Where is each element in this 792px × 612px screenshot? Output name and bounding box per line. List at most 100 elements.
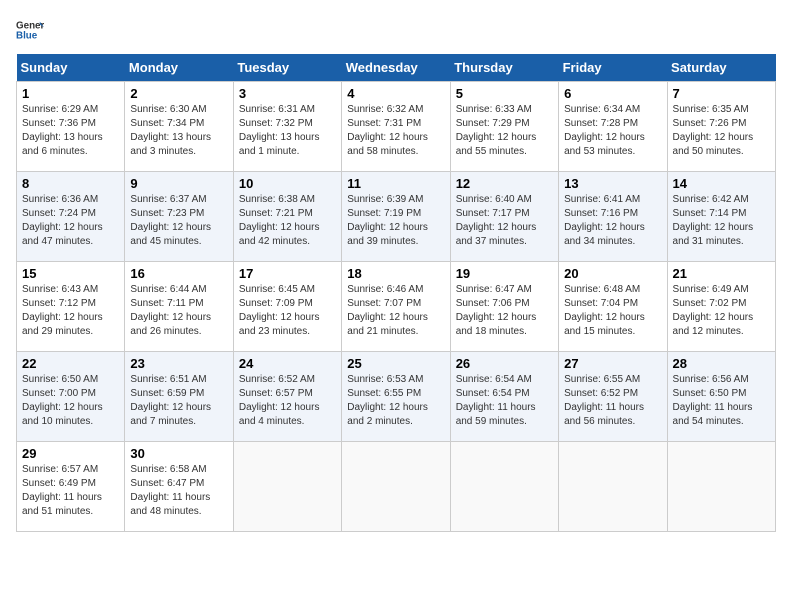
day-detail: Sunrise: 6:30 AM Sunset: 7:34 PM Dayligh… <box>130 103 227 159</box>
day-number: 11 <box>347 176 444 191</box>
day-detail: Sunrise: 6:40 AM Sunset: 7:17 PM Dayligh… <box>456 193 553 249</box>
calendar-cell: 3 Sunrise: 6:31 AM Sunset: 7:32 PM Dayli… <box>233 82 341 172</box>
day-number: 18 <box>347 266 444 281</box>
svg-text:Blue: Blue <box>16 30 38 41</box>
calendar-week-4: 29 Sunrise: 6:57 AM Sunset: 6:49 PM Dayl… <box>17 442 776 532</box>
day-detail: Sunrise: 6:50 AM Sunset: 7:00 PM Dayligh… <box>22 373 119 429</box>
day-number: 9 <box>130 176 227 191</box>
day-number: 4 <box>347 86 444 101</box>
day-detail: Sunrise: 6:29 AM Sunset: 7:36 PM Dayligh… <box>22 103 119 159</box>
day-number: 19 <box>456 266 553 281</box>
day-detail: Sunrise: 6:46 AM Sunset: 7:07 PM Dayligh… <box>347 283 444 339</box>
calendar-cell: 29 Sunrise: 6:57 AM Sunset: 6:49 PM Dayl… <box>17 442 125 532</box>
col-header-tuesday: Tuesday <box>233 54 341 82</box>
day-detail: Sunrise: 6:36 AM Sunset: 7:24 PM Dayligh… <box>22 193 119 249</box>
calendar-cell <box>233 442 341 532</box>
day-number: 17 <box>239 266 336 281</box>
day-detail: Sunrise: 6:35 AM Sunset: 7:26 PM Dayligh… <box>673 103 770 159</box>
day-detail: Sunrise: 6:32 AM Sunset: 7:31 PM Dayligh… <box>347 103 444 159</box>
calendar-week-0: 1 Sunrise: 6:29 AM Sunset: 7:36 PM Dayli… <box>17 82 776 172</box>
day-number: 24 <box>239 356 336 371</box>
calendar-cell: 10 Sunrise: 6:38 AM Sunset: 7:21 PM Dayl… <box>233 172 341 262</box>
calendar-cell: 25 Sunrise: 6:53 AM Sunset: 6:55 PM Dayl… <box>342 352 450 442</box>
day-detail: Sunrise: 6:31 AM Sunset: 7:32 PM Dayligh… <box>239 103 336 159</box>
day-detail: Sunrise: 6:48 AM Sunset: 7:04 PM Dayligh… <box>564 283 661 339</box>
calendar-cell: 23 Sunrise: 6:51 AM Sunset: 6:59 PM Dayl… <box>125 352 233 442</box>
day-detail: Sunrise: 6:47 AM Sunset: 7:06 PM Dayligh… <box>456 283 553 339</box>
day-detail: Sunrise: 6:53 AM Sunset: 6:55 PM Dayligh… <box>347 373 444 429</box>
day-detail: Sunrise: 6:43 AM Sunset: 7:12 PM Dayligh… <box>22 283 119 339</box>
logo: General Blue <box>16 16 48 44</box>
day-detail: Sunrise: 6:42 AM Sunset: 7:14 PM Dayligh… <box>673 193 770 249</box>
calendar-cell: 6 Sunrise: 6:34 AM Sunset: 7:28 PM Dayli… <box>559 82 667 172</box>
day-detail: Sunrise: 6:39 AM Sunset: 7:19 PM Dayligh… <box>347 193 444 249</box>
day-detail: Sunrise: 6:34 AM Sunset: 7:28 PM Dayligh… <box>564 103 661 159</box>
calendar-cell: 14 Sunrise: 6:42 AM Sunset: 7:14 PM Dayl… <box>667 172 775 262</box>
calendar-cell: 30 Sunrise: 6:58 AM Sunset: 6:47 PM Dayl… <box>125 442 233 532</box>
calendar-cell: 13 Sunrise: 6:41 AM Sunset: 7:16 PM Dayl… <box>559 172 667 262</box>
day-number: 16 <box>130 266 227 281</box>
day-number: 20 <box>564 266 661 281</box>
day-detail: Sunrise: 6:44 AM Sunset: 7:11 PM Dayligh… <box>130 283 227 339</box>
col-header-monday: Monday <box>125 54 233 82</box>
calendar-cell: 12 Sunrise: 6:40 AM Sunset: 7:17 PM Dayl… <box>450 172 558 262</box>
calendar-cell: 17 Sunrise: 6:45 AM Sunset: 7:09 PM Dayl… <box>233 262 341 352</box>
day-number: 21 <box>673 266 770 281</box>
calendar-cell <box>667 442 775 532</box>
col-header-saturday: Saturday <box>667 54 775 82</box>
day-number: 26 <box>456 356 553 371</box>
day-detail: Sunrise: 6:37 AM Sunset: 7:23 PM Dayligh… <box>130 193 227 249</box>
calendar-cell <box>559 442 667 532</box>
calendar-cell: 16 Sunrise: 6:44 AM Sunset: 7:11 PM Dayl… <box>125 262 233 352</box>
calendar-cell: 26 Sunrise: 6:54 AM Sunset: 6:54 PM Dayl… <box>450 352 558 442</box>
calendar-week-2: 15 Sunrise: 6:43 AM Sunset: 7:12 PM Dayl… <box>17 262 776 352</box>
calendar-cell: 2 Sunrise: 6:30 AM Sunset: 7:34 PM Dayli… <box>125 82 233 172</box>
day-number: 12 <box>456 176 553 191</box>
calendar-cell: 1 Sunrise: 6:29 AM Sunset: 7:36 PM Dayli… <box>17 82 125 172</box>
col-header-thursday: Thursday <box>450 54 558 82</box>
day-number: 29 <box>22 446 119 461</box>
calendar-cell: 28 Sunrise: 6:56 AM Sunset: 6:50 PM Dayl… <box>667 352 775 442</box>
calendar-week-3: 22 Sunrise: 6:50 AM Sunset: 7:00 PM Dayl… <box>17 352 776 442</box>
calendar-cell: 19 Sunrise: 6:47 AM Sunset: 7:06 PM Dayl… <box>450 262 558 352</box>
day-number: 30 <box>130 446 227 461</box>
day-detail: Sunrise: 6:51 AM Sunset: 6:59 PM Dayligh… <box>130 373 227 429</box>
day-detail: Sunrise: 6:41 AM Sunset: 7:16 PM Dayligh… <box>564 193 661 249</box>
calendar-cell: 24 Sunrise: 6:52 AM Sunset: 6:57 PM Dayl… <box>233 352 341 442</box>
col-header-friday: Friday <box>559 54 667 82</box>
col-header-wednesday: Wednesday <box>342 54 450 82</box>
day-detail: Sunrise: 6:33 AM Sunset: 7:29 PM Dayligh… <box>456 103 553 159</box>
calendar-cell: 20 Sunrise: 6:48 AM Sunset: 7:04 PM Dayl… <box>559 262 667 352</box>
calendar-cell: 11 Sunrise: 6:39 AM Sunset: 7:19 PM Dayl… <box>342 172 450 262</box>
day-detail: Sunrise: 6:45 AM Sunset: 7:09 PM Dayligh… <box>239 283 336 339</box>
calendar-cell: 18 Sunrise: 6:46 AM Sunset: 7:07 PM Dayl… <box>342 262 450 352</box>
day-number: 3 <box>239 86 336 101</box>
day-number: 15 <box>22 266 119 281</box>
calendar-cell: 8 Sunrise: 6:36 AM Sunset: 7:24 PM Dayli… <box>17 172 125 262</box>
day-number: 5 <box>456 86 553 101</box>
day-detail: Sunrise: 6:38 AM Sunset: 7:21 PM Dayligh… <box>239 193 336 249</box>
day-number: 10 <box>239 176 336 191</box>
day-detail: Sunrise: 6:54 AM Sunset: 6:54 PM Dayligh… <box>456 373 553 429</box>
day-number: 28 <box>673 356 770 371</box>
day-detail: Sunrise: 6:55 AM Sunset: 6:52 PM Dayligh… <box>564 373 661 429</box>
page-header: General Blue <box>16 16 776 44</box>
day-number: 7 <box>673 86 770 101</box>
col-header-sunday: Sunday <box>17 54 125 82</box>
day-number: 6 <box>564 86 661 101</box>
calendar-table: SundayMondayTuesdayWednesdayThursdayFrid… <box>16 54 776 532</box>
calendar-cell: 7 Sunrise: 6:35 AM Sunset: 7:26 PM Dayli… <box>667 82 775 172</box>
calendar-cell: 4 Sunrise: 6:32 AM Sunset: 7:31 PM Dayli… <box>342 82 450 172</box>
day-number: 27 <box>564 356 661 371</box>
day-detail: Sunrise: 6:52 AM Sunset: 6:57 PM Dayligh… <box>239 373 336 429</box>
calendar-cell <box>342 442 450 532</box>
day-number: 8 <box>22 176 119 191</box>
day-number: 23 <box>130 356 227 371</box>
calendar-cell: 21 Sunrise: 6:49 AM Sunset: 7:02 PM Dayl… <box>667 262 775 352</box>
calendar-week-1: 8 Sunrise: 6:36 AM Sunset: 7:24 PM Dayli… <box>17 172 776 262</box>
day-number: 25 <box>347 356 444 371</box>
day-number: 22 <box>22 356 119 371</box>
day-number: 14 <box>673 176 770 191</box>
calendar-cell: 9 Sunrise: 6:37 AM Sunset: 7:23 PM Dayli… <box>125 172 233 262</box>
calendar-cell: 15 Sunrise: 6:43 AM Sunset: 7:12 PM Dayl… <box>17 262 125 352</box>
